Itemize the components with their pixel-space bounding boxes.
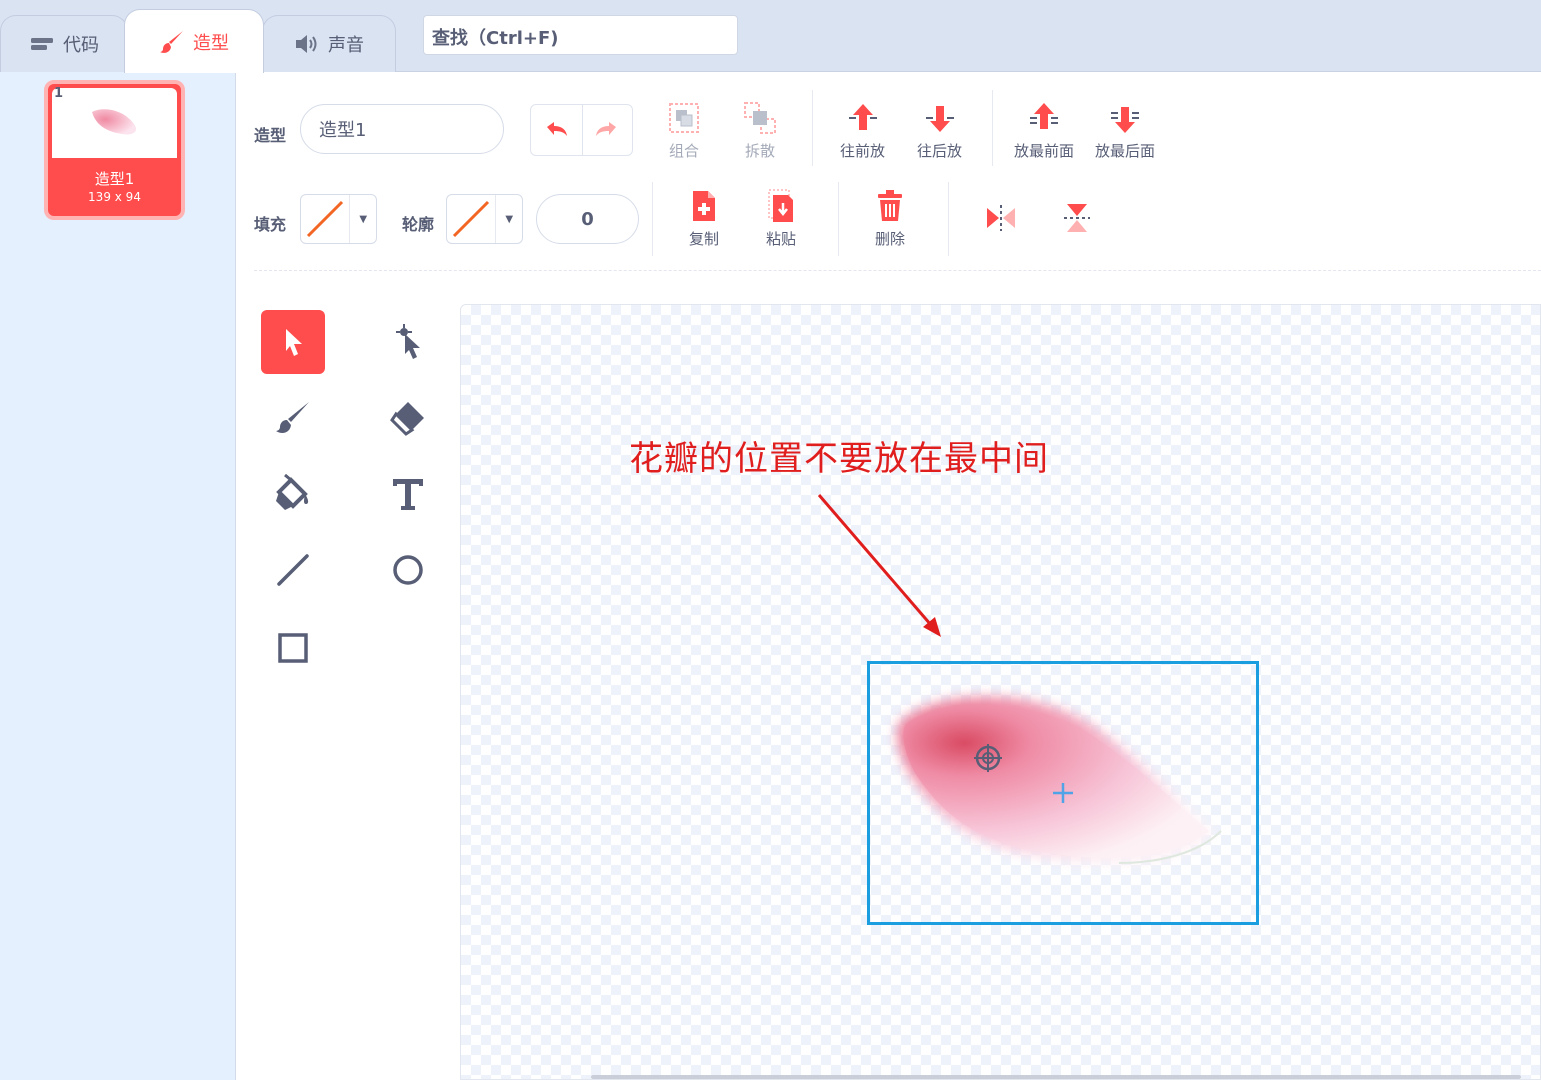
tab-code-label: 代码 [63, 35, 99, 56]
arrow-down-icon [920, 100, 960, 136]
center-plus-icon [1053, 783, 1073, 803]
brush-icon [159, 30, 185, 54]
divider [948, 182, 949, 256]
paste-icon [761, 188, 801, 224]
paintbrush-icon [276, 402, 309, 433]
divider [652, 182, 653, 256]
line-tool[interactable] [261, 538, 325, 602]
chevron-down-icon: ▼ [505, 213, 514, 225]
bring-to-front-button[interactable]: 放最前面 [1014, 100, 1074, 161]
fill-color-picker[interactable]: ▼ [300, 194, 377, 244]
fill-swatch [301, 195, 351, 243]
undo-redo-group [530, 104, 633, 156]
divider [838, 182, 839, 256]
ungroup-icon [740, 100, 780, 136]
top-tab-bar: 代码 造型 声音 查找（Ctrl+F) [0, 0, 1541, 73]
speaker-icon [294, 32, 320, 56]
forward-button[interactable]: 往前放 [840, 100, 885, 161]
paint-editor: 造型 造型1 组合 拆散 往前放 往后放 放最前面 放最后面 填充 ▼ 轮廓 ▼… [236, 72, 1541, 1080]
costume-name-input[interactable]: 造型1 [300, 104, 504, 154]
tab-sound[interactable]: 声音 [262, 15, 396, 72]
costume-index: 1 [54, 86, 64, 101]
costume-thumbnail [52, 88, 177, 158]
tab-costume[interactable]: 造型 [124, 9, 264, 73]
cursor-icon [286, 329, 302, 356]
paste-label: 粘贴 [765, 230, 796, 248]
costume-card-size: 139 x 94 [88, 190, 141, 204]
outline-color-picker[interactable]: ▼ [446, 194, 523, 244]
divider [812, 90, 813, 166]
circle-tool[interactable] [376, 538, 440, 602]
forward-label: 往前放 [840, 142, 886, 160]
eraser-icon [390, 402, 424, 436]
send-to-back-label: 放最后面 [1095, 142, 1156, 160]
reshape-icon [396, 324, 420, 359]
costume-card[interactable]: 1 造型1 139 x 94 [44, 80, 185, 220]
fill-label: 填充 [254, 215, 287, 234]
delete-label: 删除 [874, 230, 905, 248]
toolbar-divider [254, 270, 1541, 271]
costume-name-label: 造型 [254, 126, 287, 145]
code-icon [29, 32, 55, 56]
copy-button[interactable]: 复制 [684, 188, 724, 249]
brush-tool[interactable] [261, 386, 325, 450]
chevron-down-icon: ▼ [359, 213, 368, 225]
bring-to-front-label: 放最前面 [1014, 142, 1075, 160]
redo-icon [596, 122, 617, 136]
undo-button[interactable] [531, 105, 582, 155]
arrow-up-icon [843, 100, 883, 136]
circle-icon [393, 555, 423, 585]
redo-button[interactable] [581, 105, 633, 155]
tab-sound-label: 声音 [328, 35, 364, 56]
search-input[interactable]: 查找（Ctrl+F) [423, 15, 738, 55]
outline-width-value: 0 [581, 208, 594, 230]
line-icon [277, 554, 309, 586]
paint-bucket-icon [276, 474, 309, 510]
tab-costume-label: 造型 [193, 32, 229, 54]
ungroup-label: 拆散 [744, 142, 775, 160]
send-to-back-button[interactable]: 放最后面 [1095, 100, 1155, 161]
flip-vertical-icon [1057, 200, 1097, 236]
flip-vertical-button[interactable] [1057, 200, 1097, 236]
group-button[interactable]: 组合 [664, 100, 704, 161]
costume-name-value: 造型1 [319, 120, 367, 141]
copy-icon [684, 188, 724, 224]
copy-label: 复制 [688, 230, 719, 248]
flip-horizontal-button[interactable] [981, 200, 1021, 236]
costume-card-name: 造型1 [94, 170, 135, 188]
outline-swatch [447, 195, 497, 243]
backward-label: 往后放 [917, 142, 963, 160]
to-back-icon [1105, 100, 1145, 136]
undo-icon [547, 122, 568, 136]
paste-button[interactable]: 粘贴 [761, 188, 801, 249]
delete-button[interactable]: 删除 [870, 188, 910, 249]
rectangle-tool[interactable] [261, 616, 325, 680]
tab-code[interactable]: 代码 [0, 15, 128, 72]
crosshair-icon[interactable] [973, 743, 1003, 773]
to-front-icon [1024, 100, 1064, 136]
fill-tool[interactable] [261, 462, 325, 526]
select-tool[interactable] [261, 310, 325, 374]
divider [992, 90, 993, 166]
horizontal-scrollbar[interactable] [591, 1075, 1521, 1079]
outline-label: 轮廓 [402, 215, 435, 234]
text-tool[interactable] [376, 462, 440, 526]
group-icon [664, 100, 704, 136]
ungroup-button[interactable]: 拆散 [740, 100, 780, 161]
drawing-canvas[interactable]: 花瓣的位置不要放在最中间 [460, 304, 1541, 1080]
eraser-tool[interactable] [376, 386, 440, 450]
outline-width-input[interactable]: 0 [536, 194, 639, 244]
trash-icon [870, 188, 910, 224]
reshape-tool[interactable] [376, 310, 440, 374]
backward-button[interactable]: 往后放 [917, 100, 962, 161]
rectangle-icon [278, 633, 308, 663]
costume-sidebar: 1 造型1 139 x 94 [0, 72, 236, 1080]
group-label: 组合 [668, 142, 699, 160]
flip-horizontal-icon [981, 200, 1021, 236]
text-icon [393, 479, 423, 510]
